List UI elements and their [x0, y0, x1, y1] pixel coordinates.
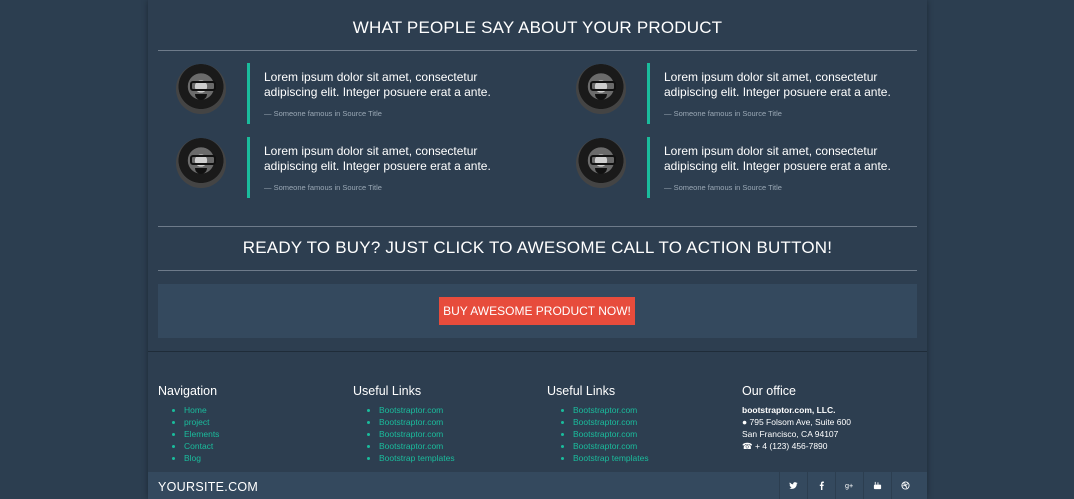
footer-link[interactable]: Bootstraptor.com — [379, 440, 543, 452]
footer-link[interactable]: Bootstraptor.com — [379, 404, 543, 416]
footer-nav-link[interactable]: Home — [184, 404, 348, 416]
address-line: ● 795 Folsom Ave, Suite 600 — [742, 417, 851, 427]
quote-accent-bar — [647, 137, 650, 198]
footer-link[interactable]: Bootstraptor.com — [379, 428, 543, 440]
footer-divider — [148, 351, 927, 352]
footer-nav-link[interactable]: Blog — [184, 452, 348, 464]
footer-link[interactable]: Bootstraptor.com — [573, 440, 737, 452]
testimonial-quote: Lorem ipsum dolor sit amet, consectetur … — [264, 70, 491, 99]
testimonial-quote: Lorem ipsum dolor sit amet, consectetur … — [664, 144, 891, 173]
footer-useful-links: Useful Links Bootstraptor.com Bootstrapt… — [353, 384, 543, 464]
testimonial-quote: Lorem ipsum dolor sit amet, consectetur … — [664, 70, 891, 99]
divider — [158, 270, 917, 271]
footer-heading: Our office — [742, 384, 796, 398]
testimonial-source: — Someone famous in Source Title — [664, 109, 782, 118]
phone-icon: ☎ — [742, 441, 753, 451]
testimonial-source: — Someone famous in Source Title — [264, 109, 382, 118]
quote-accent-bar — [247, 63, 250, 124]
cta-header: READY TO BUY? JUST CLICK TO AWESOME CALL… — [158, 238, 917, 258]
page-container: WHAT PEOPLE SAY ABOUT YOUR PRODUCT Lorem… — [148, 0, 927, 499]
footer-useful-links: Useful Links Bootstraptor.com Bootstrapt… — [547, 384, 737, 464]
bottom-bar: YOURSITE.COM g+ — [148, 472, 927, 499]
divider — [158, 226, 917, 227]
company-name: bootstraptor.com, LLC. — [742, 405, 836, 415]
footer-heading: Useful Links — [353, 384, 422, 398]
footer-navigation: Navigation Home project Elements Contact… — [158, 384, 348, 464]
testimonial-source: — Someone famous in Source Title — [664, 183, 782, 192]
quote-accent-bar — [247, 137, 250, 198]
footer-office: Our office bootstraptor.com, LLC. ● 795 … — [742, 384, 932, 452]
footer-link[interactable]: Bootstraptor.com — [379, 416, 543, 428]
testimonial-card: Lorem ipsum dolor sit amet, consectetur … — [158, 137, 498, 200]
divider — [158, 50, 917, 51]
footer-heading: Useful Links — [547, 384, 616, 398]
footer-link[interactable]: Bootstrap templates — [573, 452, 737, 464]
footer-link[interactable]: Bootstraptor.com — [573, 416, 737, 428]
footer-heading: Navigation — [158, 384, 218, 398]
testimonial-card: Lorem ipsum dolor sit amet, consectetur … — [158, 63, 498, 126]
footer-nav-link[interactable]: project — [184, 416, 348, 428]
footer-link[interactable]: Bootstraptor.com — [573, 404, 737, 416]
quote-accent-bar — [647, 63, 650, 124]
testimonial-quote: Lorem ipsum dolor sit amet, consectetur … — [264, 144, 491, 173]
footer-link[interactable]: Bootstrap templates — [379, 452, 543, 464]
avatar — [176, 138, 226, 188]
address-line: San Francisco, CA 94107 — [742, 429, 839, 439]
youtube-icon[interactable] — [863, 472, 891, 499]
footer-link[interactable]: Bootstraptor.com — [573, 428, 737, 440]
google-plus-icon[interactable]: g+ — [835, 472, 863, 499]
buy-now-button[interactable]: BUY AWESOME PRODUCT NOW! — [439, 297, 635, 325]
testimonials-title: WHAT PEOPLE SAY ABOUT YOUR PRODUCT — [352, 18, 723, 37]
site-name[interactable]: YOURSITE.COM — [158, 480, 258, 494]
avatar — [576, 138, 626, 188]
footer-nav-link[interactable]: Contact — [184, 440, 348, 452]
dribbble-icon[interactable] — [891, 472, 919, 499]
cta-panel: BUY AWESOME PRODUCT NOW! — [158, 284, 917, 338]
phone-line: ☎ + 4 (123) 456-7890 — [742, 441, 828, 451]
testimonial-card: Lorem ipsum dolor sit amet, consectetur … — [558, 137, 898, 200]
cta-title: READY TO BUY? JUST CLICK TO AWESOME CALL… — [242, 238, 833, 257]
svg-text:g+: g+ — [845, 481, 853, 490]
avatar — [176, 64, 226, 114]
facebook-icon[interactable] — [807, 472, 835, 499]
footer-nav-link[interactable]: Elements — [184, 428, 348, 440]
testimonial-source: — Someone famous in Source Title — [264, 183, 382, 192]
avatar — [576, 64, 626, 114]
map-marker-icon: ● — [742, 417, 748, 427]
testimonials-header: WHAT PEOPLE SAY ABOUT YOUR PRODUCT — [158, 18, 917, 38]
testimonial-card: Lorem ipsum dolor sit amet, consectetur … — [558, 63, 898, 126]
twitter-icon[interactable] — [779, 472, 807, 499]
